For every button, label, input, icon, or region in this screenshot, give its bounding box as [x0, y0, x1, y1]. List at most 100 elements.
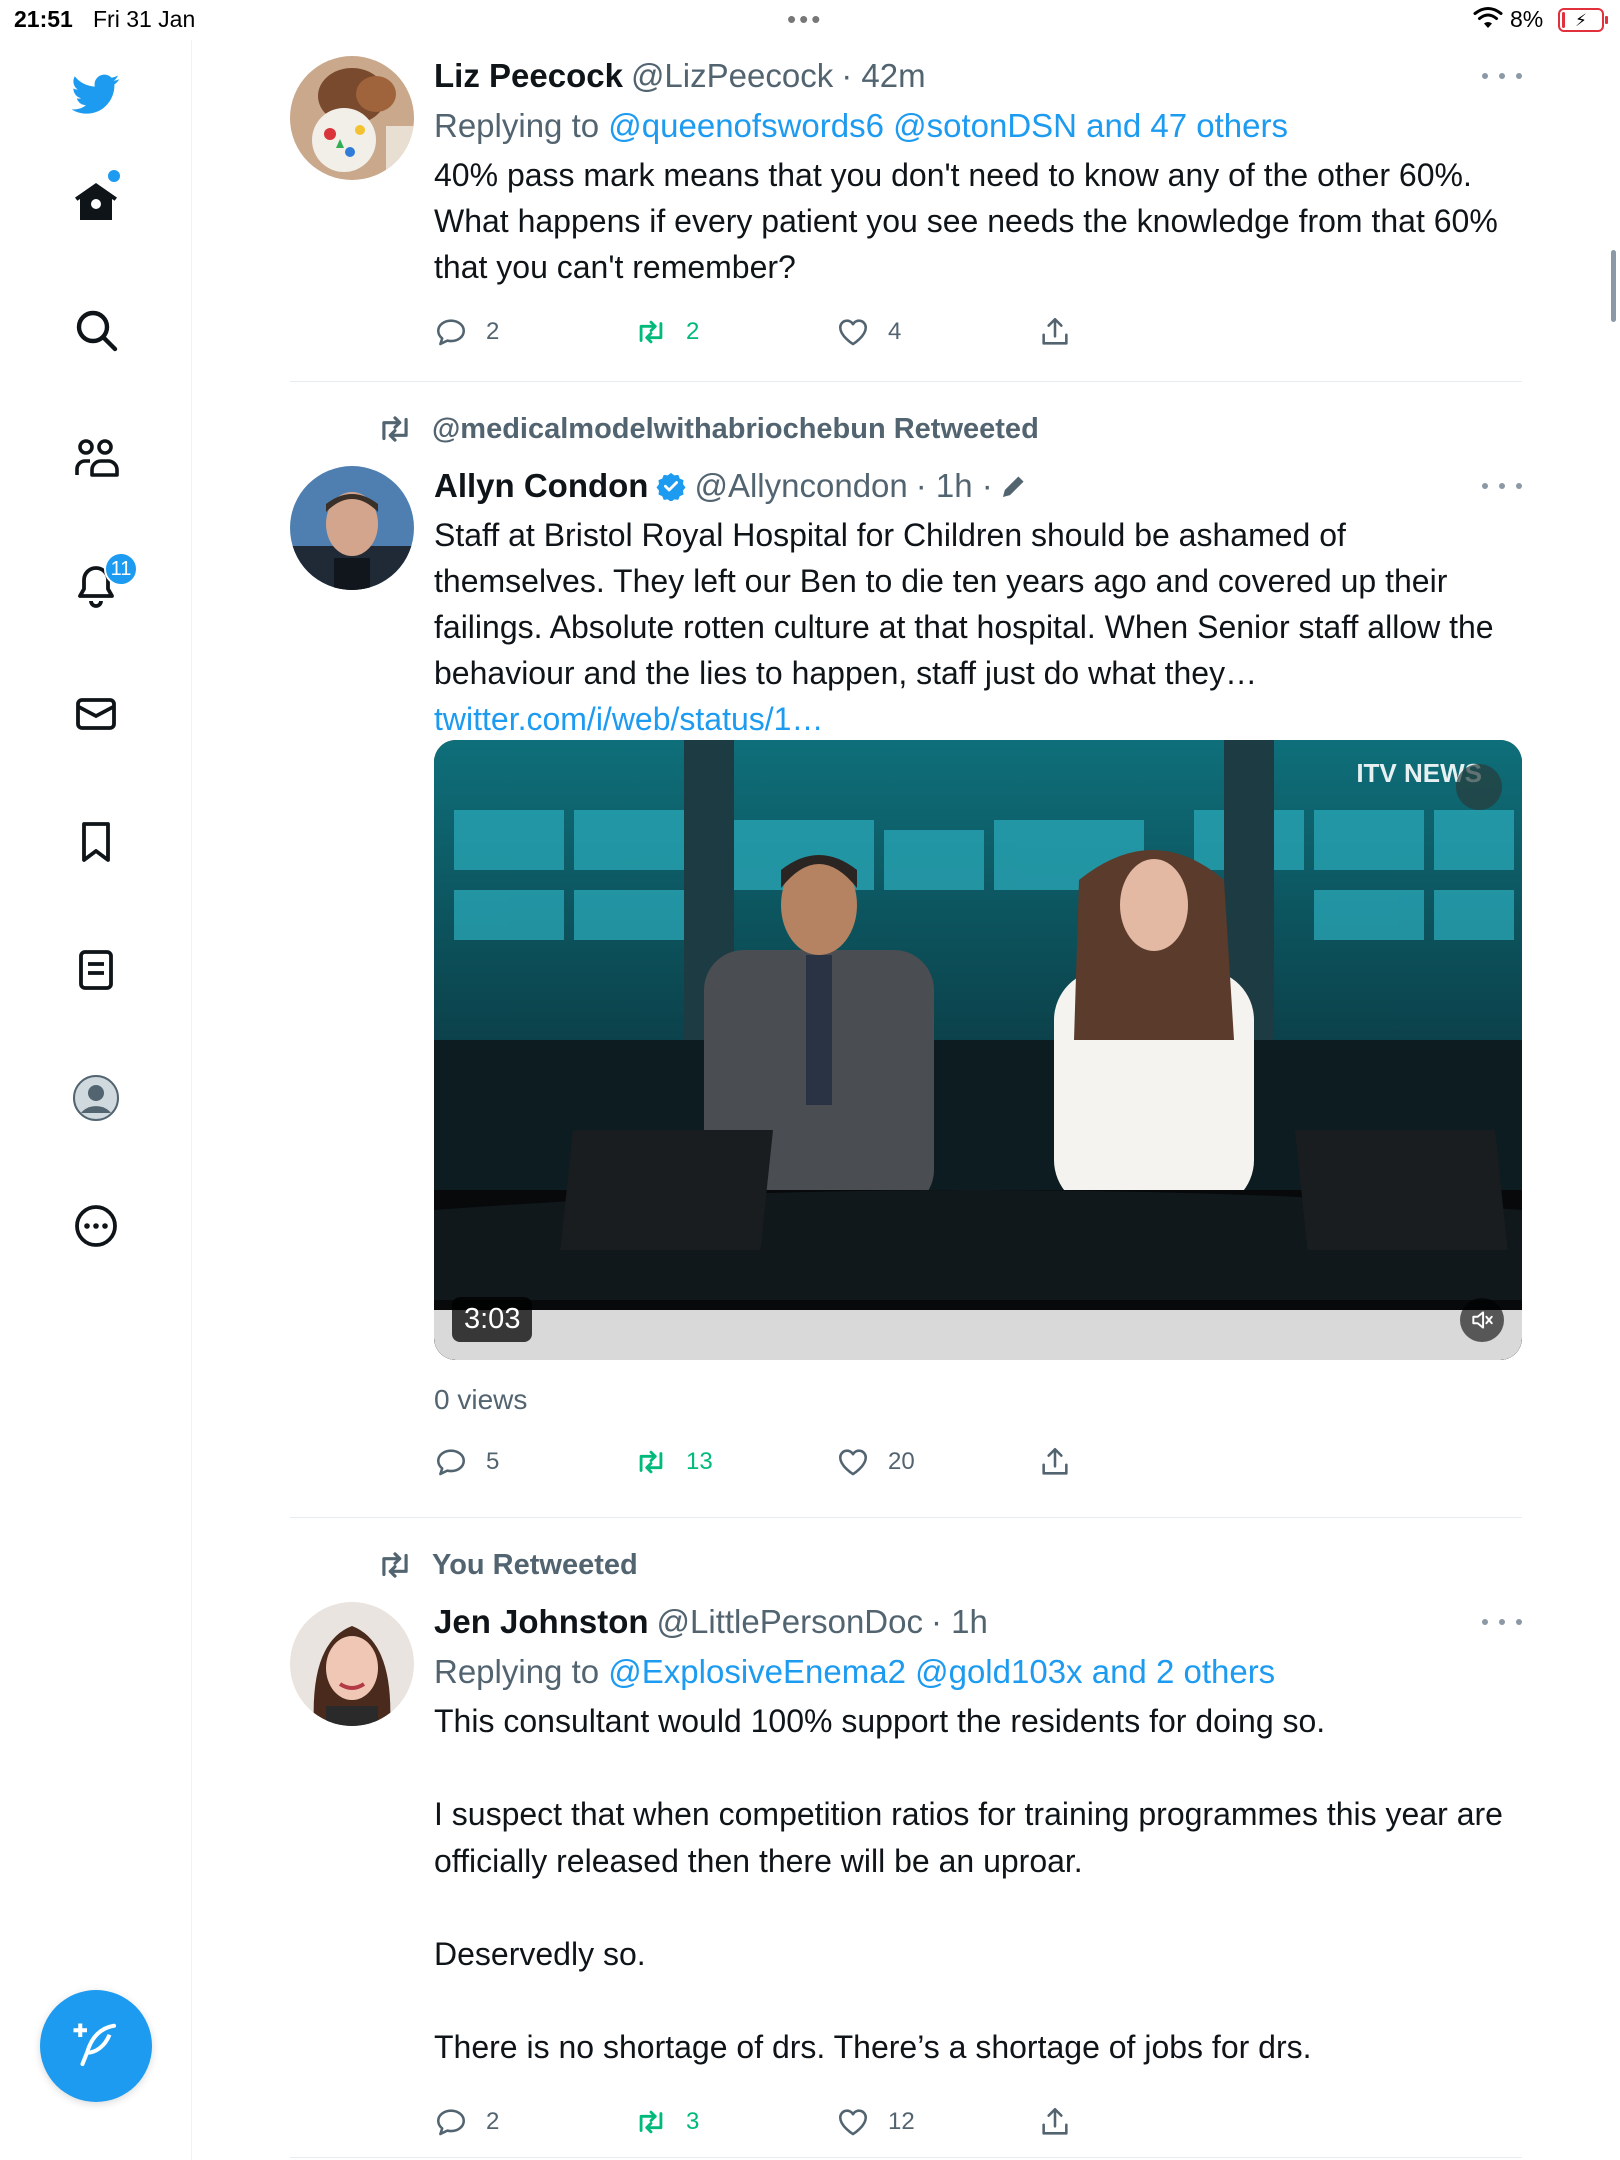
author-handle[interactable]: @Allyncondon — [694, 466, 907, 506]
share-button[interactable] — [1038, 2102, 1090, 2142]
tweet-header: Liz Peecock @LizPeecock · 42m — [434, 56, 1522, 96]
tweet-card[interactable]: Liz Peecock @LizPeecock · 42m Replying t… — [290, 40, 1522, 382]
author-handle[interactable]: @LizPeecock — [631, 56, 833, 96]
tweet-actions: 2 2 4 — [434, 312, 1114, 352]
retweet-count: 2 — [686, 318, 700, 345]
replying-to-users[interactable]: @queenofswords6 @sotonDSN and 47 others — [608, 107, 1288, 144]
retweet-button[interactable]: 2 — [634, 312, 699, 352]
share-button[interactable] — [1038, 312, 1090, 352]
share-icon — [1042, 1447, 1068, 1475]
retweet-count: 13 — [686, 1448, 713, 1475]
replying-to-label: Replying to — [434, 1653, 600, 1690]
charging-bolt-icon: ⚡ — [1575, 11, 1587, 30]
edited-pencil-icon[interactable] — [999, 471, 1029, 501]
tweet-card[interactable]: You Retweeted Jen Johnston @LittlePerson… — [290, 1518, 1522, 2158]
communities-icon — [75, 439, 119, 477]
home-new-dot — [108, 170, 120, 182]
view-count: 0 views — [434, 1384, 528, 1415]
retweet-icon — [639, 1450, 663, 1474]
like-button[interactable]: 20 — [836, 1442, 915, 1482]
sidebar-item-more[interactable] — [64, 1194, 128, 1258]
more-options-icon[interactable] — [1482, 64, 1522, 88]
tweet-header: Allyn Condon @Allyncondon · 1h · — [434, 466, 1522, 506]
retweet-icon — [382, 416, 408, 442]
like-button[interactable]: 4 — [836, 312, 901, 352]
mute-button[interactable] — [1460, 1298, 1504, 1342]
search-icon — [76, 310, 118, 352]
lists-icon — [79, 950, 113, 990]
social-context-label: @medicalmodelwithabriochebun Retweeted — [432, 412, 1039, 445]
author-name[interactable]: Liz Peecock — [434, 56, 623, 96]
author-handle[interactable]: @LittlePersonDoc — [657, 1602, 923, 1642]
tweet-content: Liz Peecock @LizPeecock · 42m Replying t… — [434, 56, 1522, 346]
twitter-logo-icon[interactable] — [64, 62, 128, 126]
retweet-button[interactable]: 3 — [634, 2102, 699, 2142]
mail-icon — [76, 698, 116, 730]
caption-icon[interactable] — [1456, 764, 1502, 810]
sidebar-item-lists[interactable] — [64, 938, 128, 1002]
scrollbar-thumb[interactable] — [1611, 250, 1616, 322]
heart-icon — [838, 319, 868, 346]
retweet-icon — [639, 2110, 663, 2134]
sidebar-item-profile[interactable] — [64, 1066, 128, 1130]
tweet-text: This consultant would 100% support the r… — [434, 1703, 1503, 2065]
tweet-content: Allyn Condon @Allyncondon · 1h · Staff a… — [434, 466, 1522, 1476]
sidebar-item-explore[interactable] — [64, 298, 128, 362]
tweet-content: Jen Johnston @LittlePersonDoc · 1h Reply… — [434, 1602, 1522, 2136]
tweet-text: 40% pass mark means that you don't need … — [434, 157, 1498, 285]
avatar-image — [290, 466, 414, 590]
replying-to: Replying to @ExplosiveEnema2 @gold103x a… — [434, 1652, 1522, 1692]
replying-to-users[interactable]: @ExplosiveEnema2 @gold103x and 2 others — [608, 1653, 1275, 1690]
video-duration: 3:03 — [452, 1297, 533, 1342]
video-player[interactable]: ITV NEWS 3:03 — [434, 740, 1522, 1360]
like-count: 4 — [888, 318, 902, 345]
more-options-icon[interactable] — [1482, 474, 1522, 498]
social-context[interactable]: @medicalmodelwithabriochebun Retweeted — [376, 410, 1039, 448]
reply-icon — [436, 1449, 466, 1476]
sidebar-item-home[interactable] — [64, 170, 128, 234]
reply-count: 2 — [486, 2108, 500, 2135]
tweet-timestamp[interactable]: · 42m — [841, 56, 925, 96]
tweet-actions: 5 13 20 — [434, 1442, 1114, 1482]
heart-icon — [838, 2109, 868, 2136]
author-name[interactable]: Allyn Condon — [434, 466, 648, 506]
tweet-actions: 2 3 12 — [434, 2102, 1114, 2142]
reply-button[interactable]: 2 — [434, 2102, 499, 2142]
avatar[interactable] — [290, 1602, 414, 1726]
video-thumbnail — [434, 740, 1522, 1360]
social-context[interactable]: You Retweeted — [376, 1546, 638, 1584]
share-button[interactable] — [1038, 1442, 1090, 1482]
sidebar-item-communities[interactable] — [64, 426, 128, 490]
avatar[interactable] — [290, 56, 414, 180]
sidebar-item-messages[interactable] — [64, 682, 128, 746]
tweet-text: Staff at Bristol Royal Hospital for Chil… — [434, 512, 1522, 742]
retweet-button[interactable]: 13 — [634, 1442, 713, 1482]
tweet-card[interactable]: @medicalmodelwithabriochebun Retweeted A… — [290, 382, 1522, 1518]
more-options-icon[interactable] — [1482, 1610, 1522, 1634]
author-name[interactable]: Jen Johnston — [434, 1602, 649, 1642]
avatar[interactable] — [290, 466, 414, 590]
sidebar-item-notifications[interactable]: 11 — [64, 552, 138, 618]
profile-icon — [73, 1075, 119, 1121]
reply-button[interactable]: 5 — [434, 1442, 499, 1482]
tweet-link[interactable]: twitter.com/i/web/status/1… — [434, 701, 823, 737]
bookmark-icon — [82, 822, 110, 862]
reply-button[interactable]: 2 — [434, 312, 499, 352]
tweet-timestamp[interactable]: · 1h — [931, 1602, 988, 1642]
sidebar-item-bookmarks[interactable] — [64, 810, 128, 874]
multitasking-dots-icon[interactable]: ••• — [787, 4, 823, 35]
tweet-timestamp[interactable]: · 1h · — [916, 466, 993, 506]
verified-badge-icon[interactable] — [656, 471, 686, 501]
speaker-muted-icon — [1472, 1311, 1493, 1329]
retweet-count: 3 — [686, 2108, 700, 2135]
like-button[interactable]: 12 — [836, 2102, 915, 2142]
compose-tweet-button[interactable] — [40, 1990, 152, 2102]
retweet-icon — [382, 1552, 408, 1578]
reply-count: 2 — [486, 318, 500, 345]
date: Fri 31 Jan — [93, 6, 196, 32]
timeline-feed: Liz Peecock @LizPeecock · 42m Replying t… — [290, 40, 1522, 2158]
reply-count: 5 — [486, 1448, 500, 1475]
replying-to: Replying to @queenofswords6 @sotonDSN an… — [434, 106, 1522, 146]
avatar-image — [290, 1602, 414, 1726]
battery-fill — [1562, 12, 1565, 28]
